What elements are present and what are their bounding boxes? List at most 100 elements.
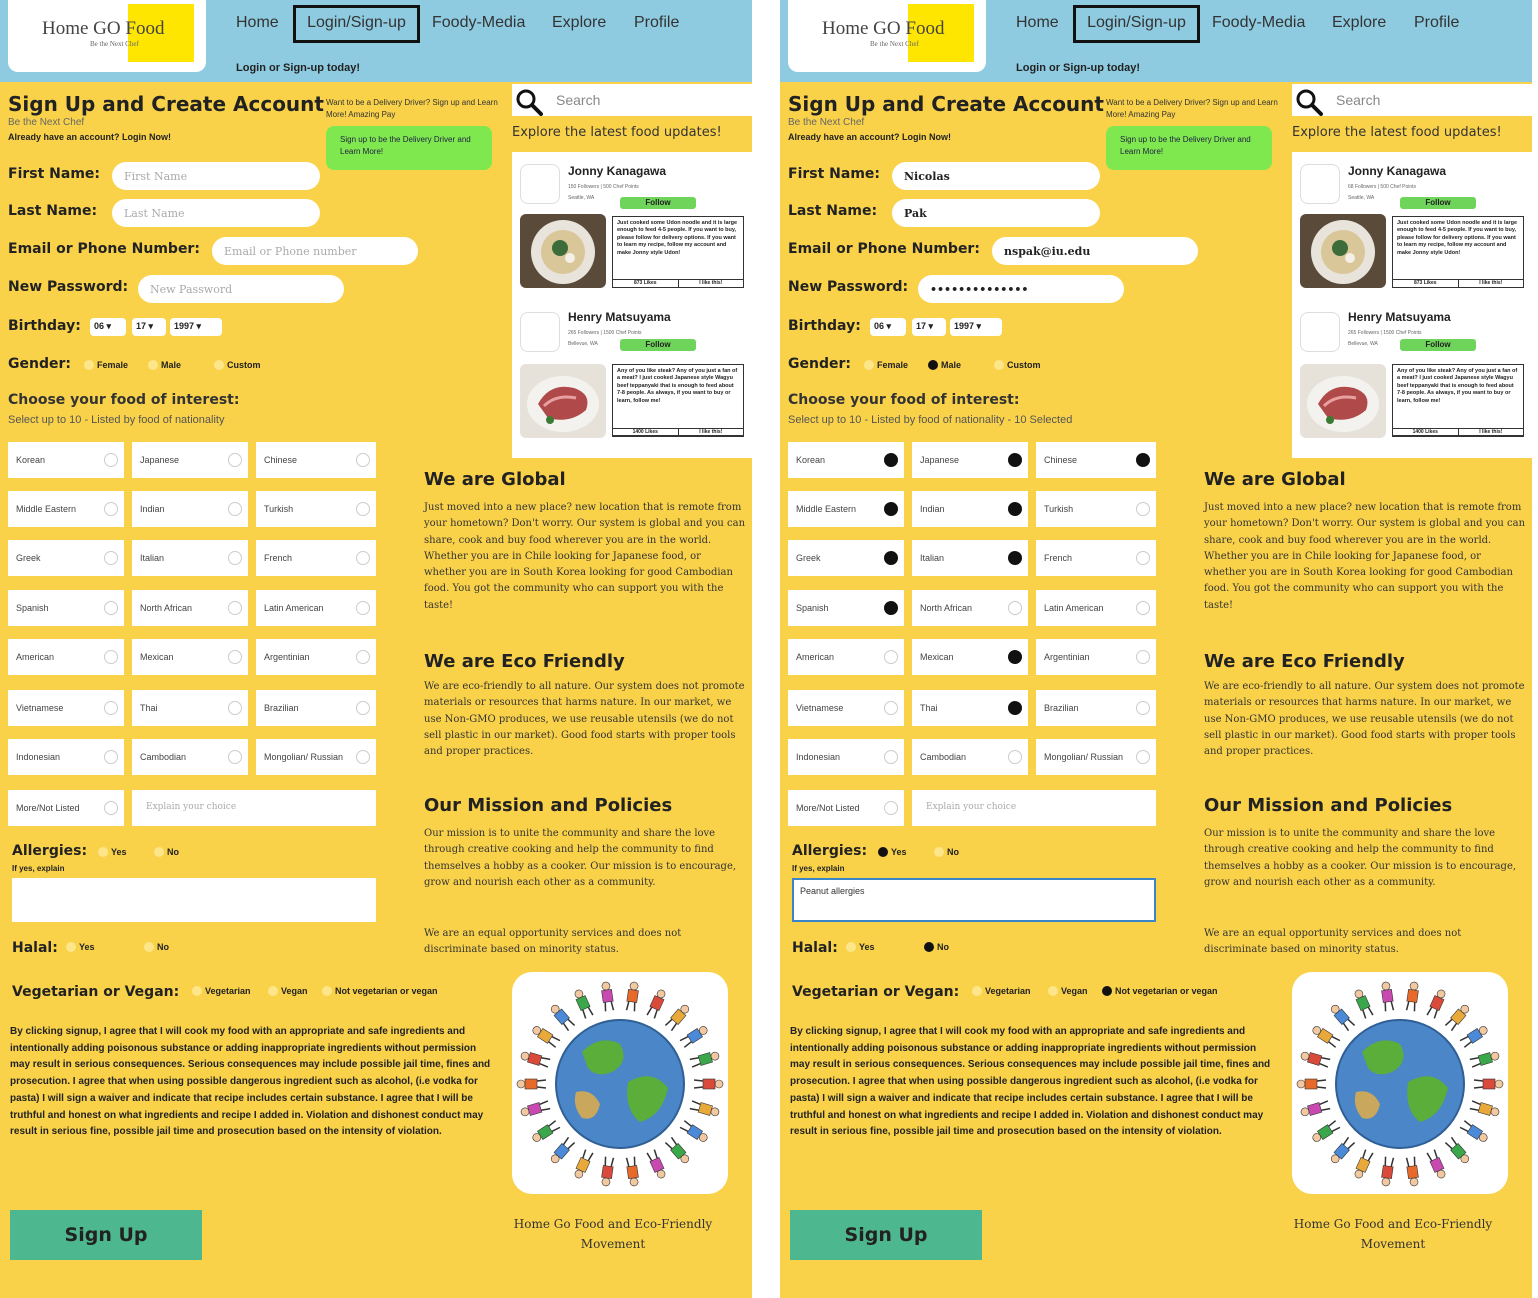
radio-icon[interactable]	[228, 601, 242, 615]
food-option[interactable]: Cambodian	[132, 739, 248, 775]
udon-food-image[interactable]	[1300, 214, 1386, 288]
radio-icon[interactable]	[192, 986, 202, 996]
nav-login-signup[interactable]: Login/Sign-up	[1073, 5, 1200, 43]
radio-icon[interactable]	[846, 942, 856, 952]
radio-icon[interactable]	[1008, 453, 1022, 467]
food-option[interactable]: Thai	[912, 690, 1028, 726]
radio-icon[interactable]	[1102, 986, 1112, 996]
radio-icon[interactable]	[1008, 601, 1022, 615]
follow-button[interactable]: Follow	[620, 197, 696, 209]
radio-icon[interactable]	[104, 551, 118, 565]
avatar[interactable]	[520, 164, 560, 204]
allergy-explain-textarea[interactable]: Peanut allergies	[792, 878, 1156, 922]
nav-profile[interactable]: Profile	[634, 14, 679, 32]
avatar[interactable]	[520, 312, 560, 352]
radio-icon[interactable]	[1008, 701, 1022, 715]
veg-option[interactable]: Vegan	[268, 986, 308, 996]
logo[interactable]: Home GO Food Be the Next Chef	[8, 0, 206, 72]
radio-icon[interactable]	[322, 986, 332, 996]
radio-icon[interactable]	[884, 601, 898, 615]
radio-icon[interactable]	[924, 942, 934, 952]
allergy-option[interactable]: No	[154, 847, 179, 857]
radio-icon[interactable]	[884, 650, 898, 664]
food-option[interactable]: Brazilian	[256, 690, 376, 726]
food-option[interactable]: American	[788, 639, 904, 675]
radio-icon[interactable]	[228, 650, 242, 664]
food-option[interactable]: American	[8, 639, 124, 675]
delivery-driver-button[interactable]: Sign up to be the Delivery Driver and Le…	[326, 126, 492, 170]
last-name-field[interactable]	[892, 199, 1100, 227]
nav-foody-media[interactable]: Foody-Media	[1212, 14, 1305, 32]
radio-icon[interactable]	[884, 453, 898, 467]
radio-icon[interactable]	[104, 801, 118, 815]
explain-choice-input[interactable]: Explain your choice	[132, 790, 376, 826]
radio-icon[interactable]	[356, 750, 370, 764]
radio-icon[interactable]	[884, 551, 898, 565]
food-option[interactable]: Argentinian	[1036, 639, 1156, 675]
food-option[interactable]: Italian	[132, 540, 248, 576]
search-input[interactable]: Search	[556, 92, 600, 108]
food-option[interactable]: Chinese	[256, 442, 376, 478]
steak-food-image[interactable]	[1300, 364, 1386, 438]
food-option[interactable]: Mongolian/ Russian	[256, 739, 376, 775]
food-option[interactable]: North African	[912, 590, 1028, 626]
food-option[interactable]: Indian	[132, 491, 248, 527]
food-option[interactable]: Spanish	[8, 590, 124, 626]
radio-icon[interactable]	[356, 453, 370, 467]
food-option[interactable]: Brazilian	[1036, 690, 1156, 726]
birthday-month-select[interactable]: 06 ▾	[870, 318, 906, 336]
food-option[interactable]: Korean	[8, 442, 124, 478]
radio-icon[interactable]	[1136, 502, 1150, 516]
birthday-month-select[interactable]: 06 ▾	[90, 318, 126, 336]
food-option[interactable]: Mongolian/ Russian	[1036, 739, 1156, 775]
food-option[interactable]: Latin American	[256, 590, 376, 626]
food-option[interactable]: Argentinian	[256, 639, 376, 675]
radio-icon[interactable]	[228, 502, 242, 516]
first-name-field[interactable]	[112, 162, 320, 190]
delivery-driver-button[interactable]: Sign up to be the Delivery Driver and Le…	[1106, 126, 1272, 170]
like-button[interactable]: I like this!	[677, 429, 744, 436]
food-option[interactable]: Chinese	[1036, 442, 1156, 478]
logo[interactable]: Home GO Food Be the Next Chef	[788, 0, 986, 72]
halal-option[interactable]: No	[924, 942, 949, 952]
explain-choice-input[interactable]: Explain your choice	[912, 790, 1156, 826]
radio-icon[interactable]	[994, 360, 1004, 370]
nav-foody-media[interactable]: Foody-Media	[432, 14, 525, 32]
radio-icon[interactable]	[878, 847, 888, 857]
birthday-day-select[interactable]: 17 ▾	[912, 318, 946, 336]
radio-icon[interactable]	[104, 750, 118, 764]
radio-icon[interactable]	[214, 360, 224, 370]
gender-option[interactable]: Male	[928, 360, 961, 370]
radio-icon[interactable]	[1136, 650, 1150, 664]
radio-icon[interactable]	[104, 502, 118, 516]
food-option[interactable]: More/Not Listed	[8, 790, 124, 826]
halal-option[interactable]: Yes	[66, 942, 95, 952]
radio-icon[interactable]	[928, 360, 938, 370]
allergy-option[interactable]: Yes	[98, 847, 127, 857]
post-username[interactable]: Jonny Kanagawa	[568, 164, 666, 178]
sign-up-button[interactable]: Sign Up	[10, 1210, 202, 1260]
halal-option[interactable]: No	[144, 942, 169, 952]
login-now-link[interactable]: Already have an account? Login Now!	[8, 132, 171, 142]
radio-icon[interactable]	[1136, 750, 1150, 764]
veg-option[interactable]: Vegetarian	[192, 986, 251, 996]
food-option[interactable]: Indonesian	[788, 739, 904, 775]
radio-icon[interactable]	[154, 847, 164, 857]
food-option[interactable]: Cambodian	[912, 739, 1028, 775]
radio-icon[interactable]	[228, 750, 242, 764]
email-field[interactable]	[992, 237, 1198, 265]
food-option[interactable]: Japanese	[132, 442, 248, 478]
radio-icon[interactable]	[884, 801, 898, 815]
gender-option[interactable]: Female	[864, 360, 908, 370]
veg-option[interactable]: Vegan	[1048, 986, 1088, 996]
food-option[interactable]: Mexican	[912, 639, 1028, 675]
food-option[interactable]: French	[256, 540, 376, 576]
post-username[interactable]: Jonny Kanagawa	[1348, 164, 1446, 178]
like-button[interactable]: I like this!	[1457, 429, 1524, 436]
food-option[interactable]: Vietnamese	[788, 690, 904, 726]
udon-food-image[interactable]	[520, 214, 606, 288]
veg-option[interactable]: Not vegetarian or vegan	[1102, 986, 1218, 996]
radio-icon[interactable]	[1048, 986, 1058, 996]
first-name-field[interactable]	[892, 162, 1100, 190]
follow-button[interactable]: Follow	[1400, 197, 1476, 209]
